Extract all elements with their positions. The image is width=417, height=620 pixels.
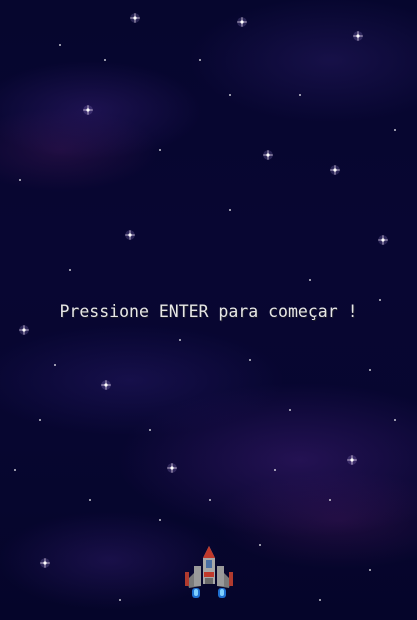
star (19, 179, 21, 181)
star (266, 153, 270, 157)
star (39, 419, 41, 421)
star (159, 149, 161, 151)
star (209, 499, 211, 501)
star (329, 499, 331, 501)
thruster-flame-left (192, 588, 200, 598)
star (149, 429, 151, 431)
star (394, 419, 396, 421)
star (179, 339, 181, 341)
star (381, 238, 385, 242)
star (119, 599, 121, 601)
spaceship-icon (185, 546, 233, 598)
star (350, 458, 354, 462)
star (54, 364, 56, 366)
star (319, 599, 321, 601)
star (199, 59, 201, 61)
star (128, 233, 132, 237)
star (259, 544, 261, 546)
star (69, 269, 71, 271)
right-wing-tip (229, 572, 233, 586)
star (379, 299, 381, 301)
star (133, 16, 137, 20)
hull-stripe (204, 572, 214, 577)
star (240, 20, 244, 24)
star (170, 466, 174, 470)
star (369, 369, 371, 371)
star (229, 94, 231, 96)
thruster-flame-right (218, 588, 226, 598)
game-screen: Pressione ENTER para começar ! (0, 0, 417, 620)
star (394, 129, 396, 131)
star (43, 561, 47, 565)
left-wing-tip (185, 572, 189, 586)
star (356, 34, 360, 38)
star (299, 94, 301, 96)
cockpit (206, 560, 212, 568)
star (104, 59, 106, 61)
left-engine (194, 566, 201, 586)
star (104, 383, 108, 387)
star (86, 108, 90, 112)
star (369, 569, 371, 571)
star (333, 168, 337, 172)
nose (203, 546, 215, 558)
star (59, 44, 61, 46)
right-engine (217, 566, 224, 586)
star (309, 279, 311, 281)
star (14, 469, 16, 471)
star (159, 519, 161, 521)
star (249, 359, 251, 361)
start-prompt: Pressione ENTER para começar ! (59, 302, 358, 321)
star (289, 409, 291, 411)
star (89, 499, 91, 501)
star (229, 209, 231, 211)
star (22, 328, 26, 332)
star (274, 469, 276, 471)
hull-base (205, 578, 213, 584)
